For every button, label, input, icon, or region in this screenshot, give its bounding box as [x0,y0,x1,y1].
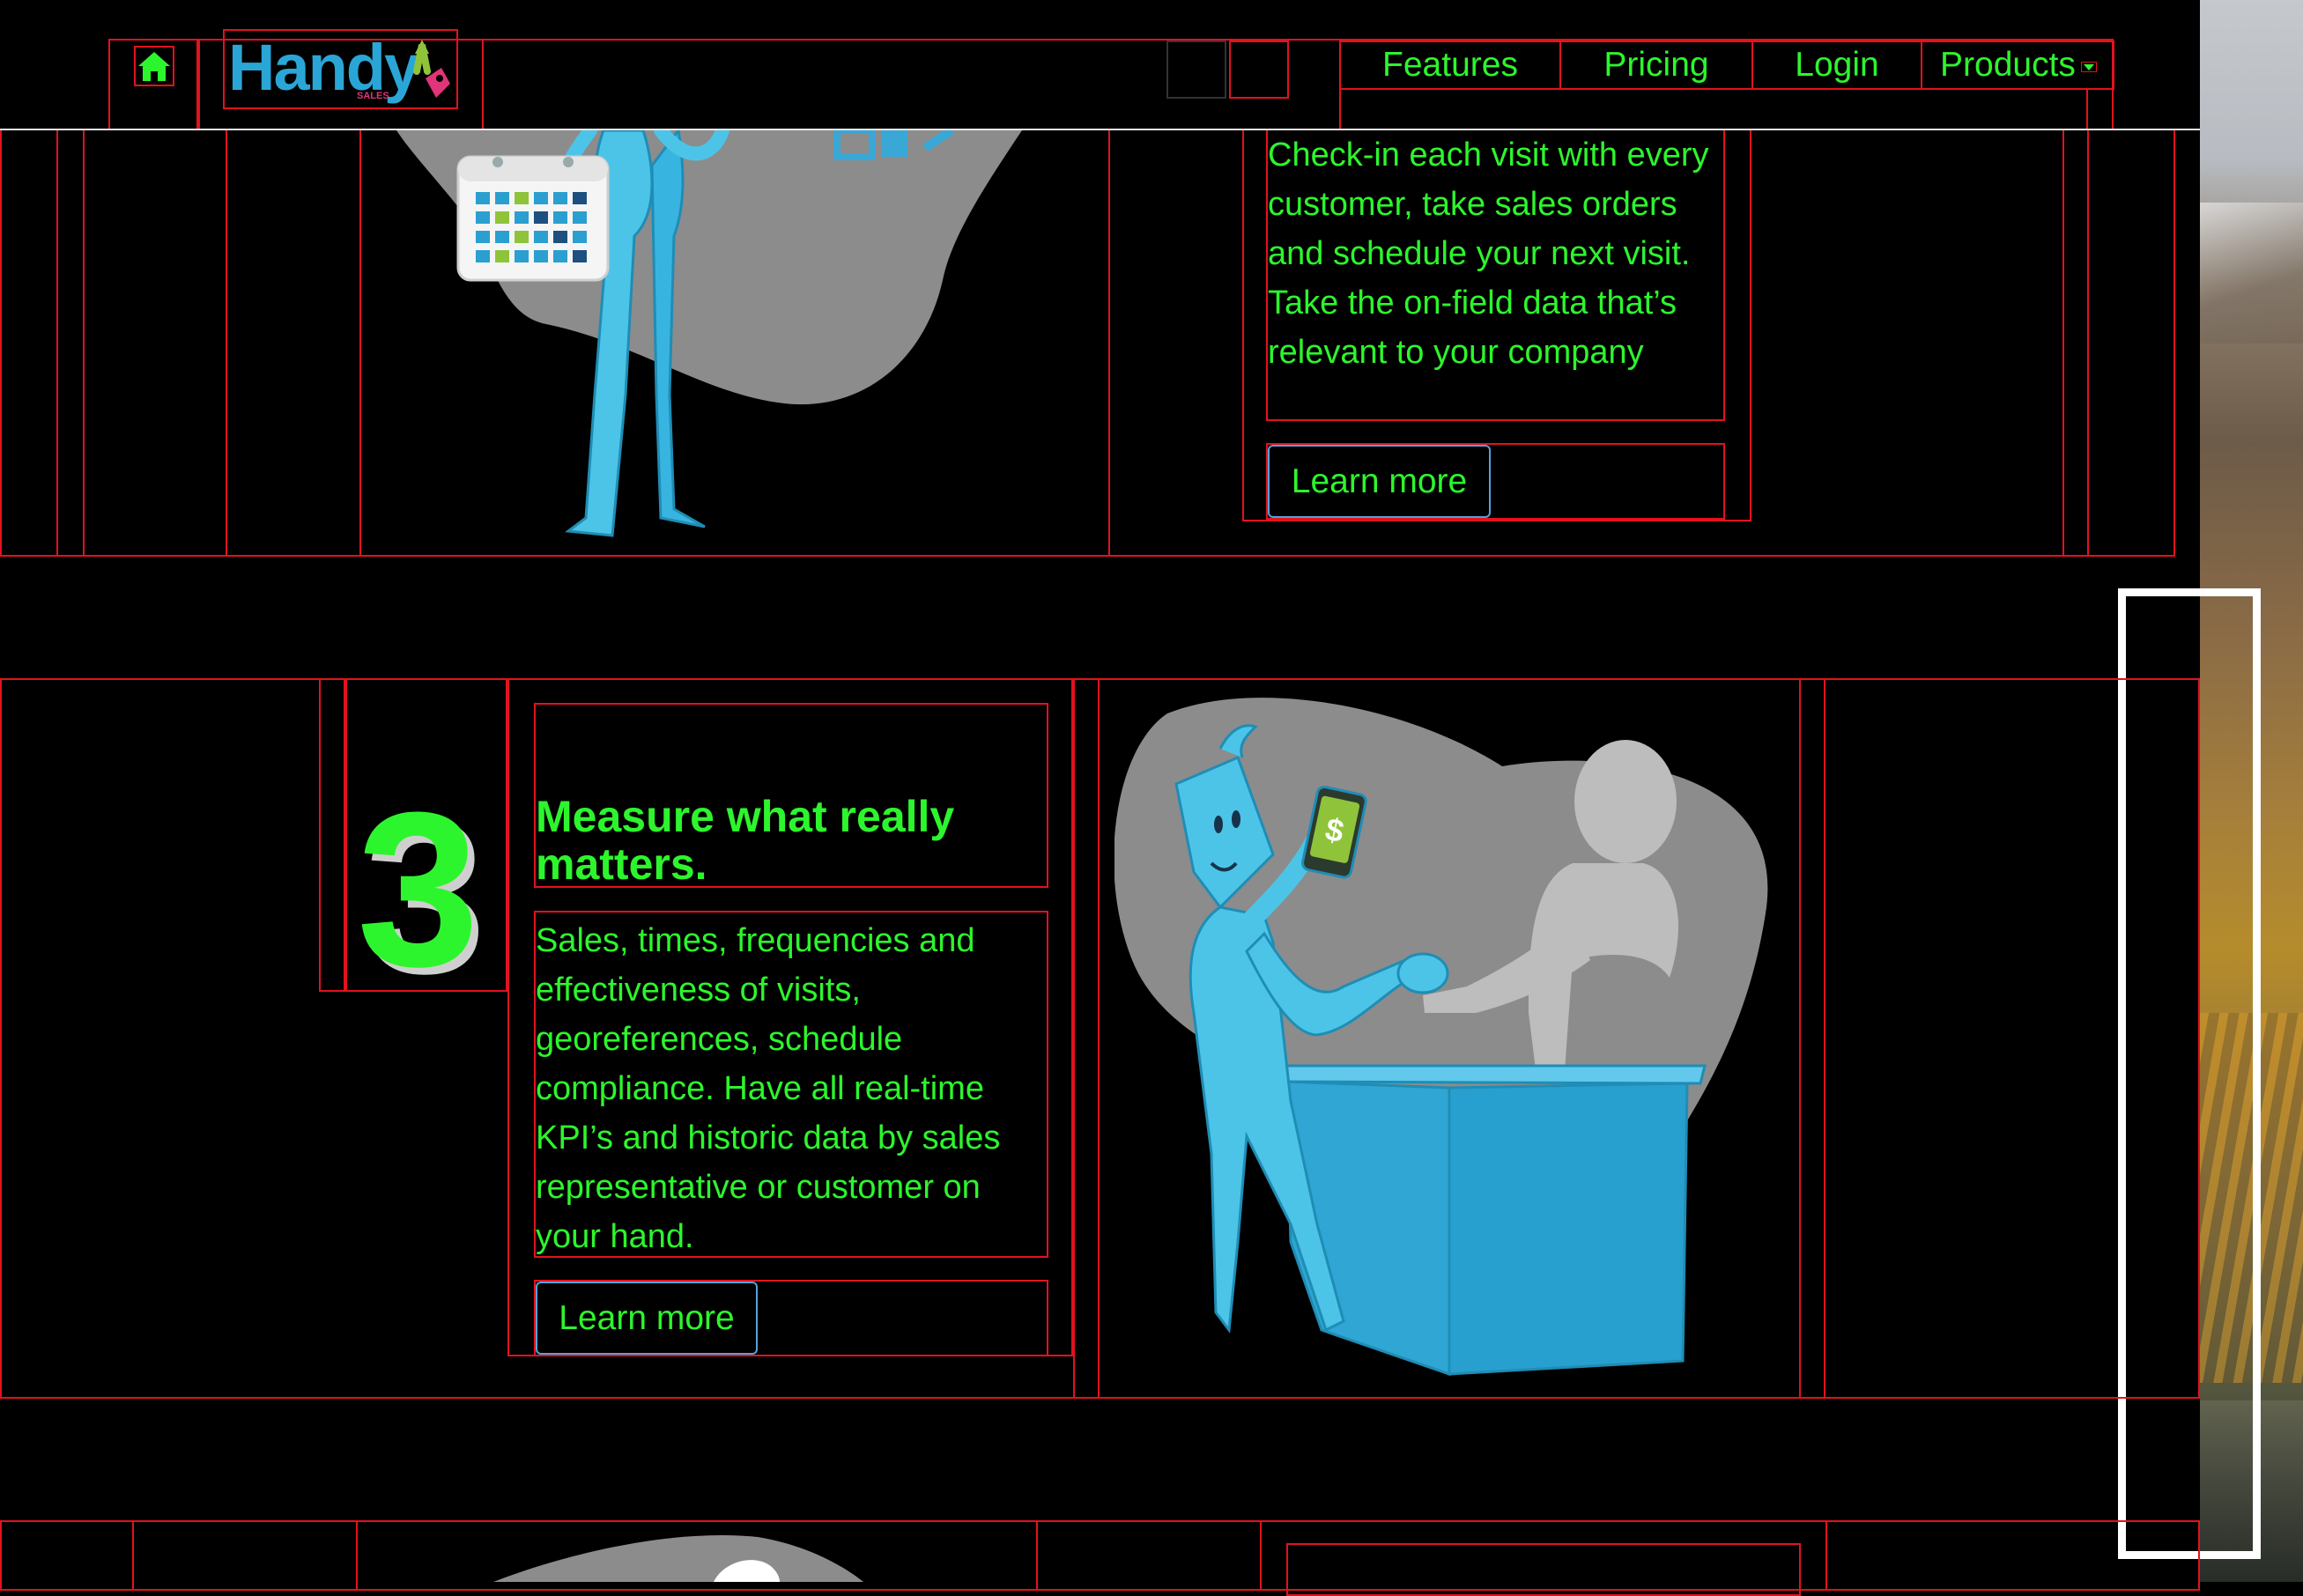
step-number: 3 [357,766,480,1012]
nav-link-pricing[interactable]: Pricing [1559,41,1753,90]
salesman-calendar-illustration [396,130,1022,537]
nav-link-products: Products [1940,46,2076,84]
logo-subtext: SALES [357,91,389,101]
chevron-down-icon [2081,62,2097,72]
next-illustration-peek [493,1535,863,1582]
nav-placeholder-2 [1229,41,1289,99]
navbar-divider [0,129,2200,130]
section-3-body: Sales, times, frequencies and effectiven… [534,911,1048,1258]
section-4-heading-box [1286,1543,1801,1596]
nav-dropdown-products[interactable]: Products [1921,41,2114,90]
learn-more-button[interactable]: Learn more [536,1282,758,1355]
section-2-right-gutter [2062,130,2089,557]
section-2-col [226,130,361,557]
learn-more-button[interactable]: Learn more [1268,445,1491,518]
section-2-body: Check-in each visit with every customer,… [1266,130,1725,421]
nav-link-login[interactable]: Login [1751,41,1922,90]
section-3-right-gutter [1799,678,1825,1399]
price-tag-icon [413,40,450,98]
section-3-gutter [1073,678,1100,1399]
wallpaper-snow-ridge [2200,203,2303,344]
section-2-gutter [56,130,85,557]
nav-underline-box [1339,90,2088,130]
nav-placeholder-1 [1166,41,1226,99]
salesman-handshake-illustration: $ [1114,698,1768,1377]
nav-link-features[interactable]: Features [1339,41,1561,90]
section-3-num-gutter [319,678,345,992]
section-4-col [132,1520,358,1591]
logo-wordmark: Handy [228,31,420,104]
home-icon [138,52,170,81]
top-navbar: Handy SALES Features Pricing Login Produ… [0,0,2200,130]
home-button[interactable] [134,46,174,86]
section-3-heading: Measure what really matters. [536,792,955,889]
handy-logo[interactable]: Handy SALES [223,29,458,109]
